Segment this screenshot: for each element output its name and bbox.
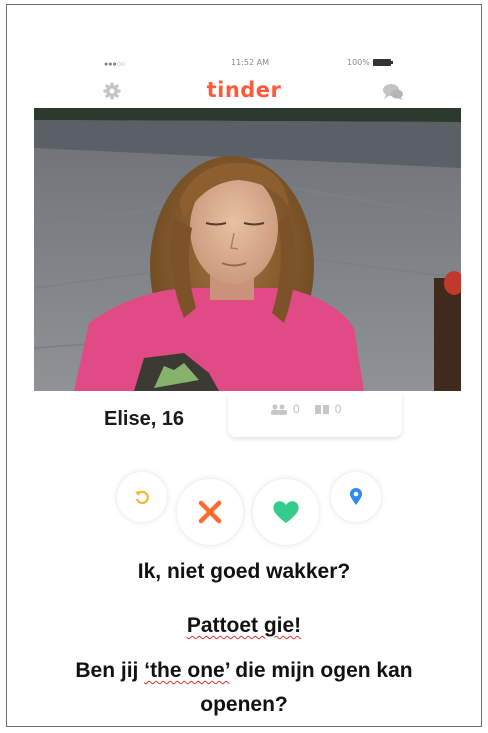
undo-button[interactable]	[117, 472, 167, 522]
tinder-logo: tinder	[206, 78, 282, 102]
friends-stat: 0	[270, 402, 300, 416]
caption-line-3d: openen?	[200, 693, 288, 716]
heart-icon	[273, 501, 299, 523]
profile-photo[interactable]	[34, 108, 461, 391]
undo-icon	[135, 490, 149, 505]
battery-indicator: 100%	[347, 58, 393, 67]
gear-icon[interactable]	[102, 81, 122, 101]
nope-button[interactable]	[177, 479, 243, 545]
like-button[interactable]	[253, 479, 319, 545]
friends-count: 0	[293, 402, 300, 416]
profile-name[interactable]: Elise, 16	[104, 408, 184, 431]
battery-percent: 100%	[347, 58, 370, 67]
caption-line-2: Pattoet gie!	[0, 614, 488, 638]
location-pin-icon	[350, 488, 362, 505]
interests-stat: 0	[314, 402, 342, 416]
caption-line-3a: Ben jij	[75, 659, 145, 682]
caption-line-1: Ik, niet goed wakker?	[137, 560, 351, 583]
location-button[interactable]	[331, 472, 381, 522]
caption-line-3c: die mijn ogen kan	[229, 659, 413, 682]
caption-the-one: ‘the one’	[144, 659, 230, 682]
friends-icon	[271, 404, 287, 415]
signal-indicator: ●●●○○	[104, 61, 126, 68]
profile-stats: 0 0	[270, 402, 341, 416]
battery-icon	[372, 59, 393, 66]
book-icon	[314, 404, 329, 414]
status-time: 11:52 AM	[231, 58, 269, 67]
caption-line-2-text: Pattoet gie!	[186, 614, 302, 637]
close-icon	[198, 500, 222, 524]
interests-count: 0	[334, 402, 342, 416]
chat-icon[interactable]	[382, 83, 404, 101]
caption-line-3: Ben jij ‘the one’ die mijn ogen kan open…	[0, 654, 488, 722]
